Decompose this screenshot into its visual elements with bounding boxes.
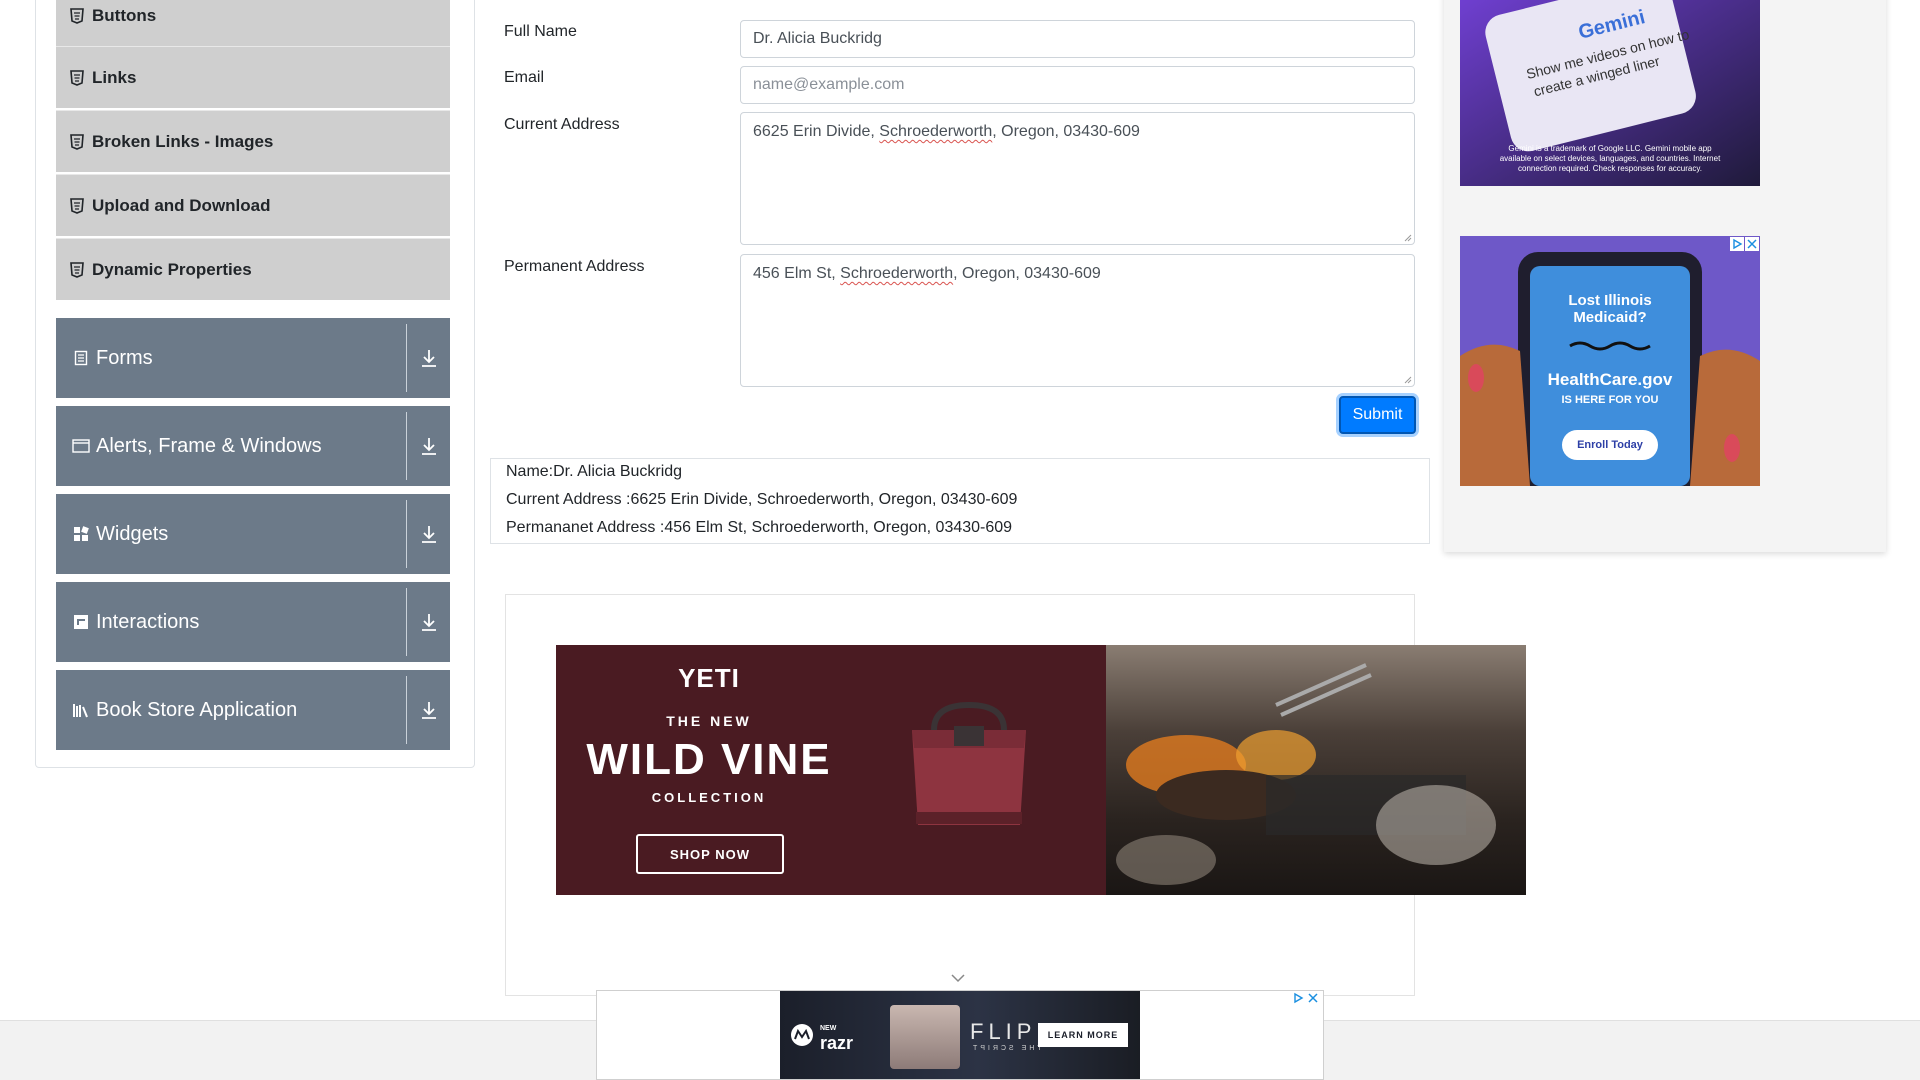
divider bbox=[406, 676, 407, 744]
sidebar-item-label: Dynamic Properties bbox=[92, 259, 252, 279]
permanent-address-text-end: , Oregon, 03430-609 bbox=[953, 265, 1101, 282]
bottom-ad[interactable]: NEW razr FLIP THE SCRIPT LEARN MORE bbox=[596, 990, 1324, 1080]
tote-bag-image bbox=[912, 701, 1026, 825]
sidebar-item-label: Links bbox=[92, 67, 137, 87]
razr-learn-more-button[interactable]: LEARN MORE bbox=[1038, 1023, 1128, 1047]
yeti-kicker: THE NEW bbox=[666, 713, 752, 729]
healthcare-subheadline: IS HERE FOR YOU bbox=[1561, 394, 1659, 406]
ad-choices-icon[interactable] bbox=[1730, 237, 1744, 251]
sidebar-group-forms[interactable]: Forms bbox=[56, 318, 450, 398]
current-address-text-end: , Oregon, 03430-609 bbox=[992, 123, 1140, 140]
permanent-address-city: Schroederworth bbox=[840, 265, 954, 282]
html5-icon bbox=[70, 197, 84, 214]
sidebar-item-label: Upload and Download bbox=[92, 195, 271, 215]
download-icon[interactable] bbox=[420, 612, 438, 632]
full-name-label: Full Name bbox=[504, 23, 577, 40]
ad-choices-icon[interactable] bbox=[1291, 991, 1305, 1005]
download-icon[interactable] bbox=[420, 700, 438, 720]
window-icon bbox=[72, 437, 90, 455]
output-current-address: Current Address :6625 Erin Divide, Schro… bbox=[506, 491, 1018, 508]
download-icon[interactable] bbox=[420, 524, 438, 544]
sidebar-group-interactions[interactable]: Interactions bbox=[56, 582, 450, 662]
healthcare-headline: Lost Illinois Medicaid? bbox=[1530, 292, 1690, 326]
healthcare-enroll-button[interactable]: Enroll Today bbox=[1562, 430, 1658, 460]
healthcare-headline-line2: Medicaid? bbox=[1573, 309, 1647, 326]
healthcare-ad[interactable]: Lost Illinois Medicaid? HealthCare.gov I… bbox=[1460, 236, 1760, 486]
email-input[interactable]: name@example.com bbox=[740, 66, 1415, 104]
sidebar-group-label: Book Store Application bbox=[96, 698, 298, 721]
permanent-address-label: Permanent Address bbox=[504, 258, 645, 275]
yeti-subheadline: COLLECTION bbox=[651, 790, 767, 805]
widgets-icon bbox=[72, 525, 90, 543]
healthcare-brand: HealthCare.gov bbox=[1547, 370, 1673, 389]
sidebar-item-dynamic-properties[interactable]: Dynamic Properties bbox=[56, 238, 450, 300]
resize-handle-icon[interactable] bbox=[1402, 374, 1412, 384]
yeti-shop-now-button[interactable]: SHOP NOW bbox=[636, 834, 784, 874]
email-placeholder: name@example.com bbox=[753, 76, 905, 93]
gemini-disclaimer-line1: Gemini is a trademark of Google LLC. Gem… bbox=[1508, 144, 1712, 153]
sidebar-group-label: Widgets bbox=[96, 522, 169, 545]
gemini-disclaimer-line3: connection required. Check responses for… bbox=[1518, 164, 1702, 173]
divider bbox=[406, 324, 407, 392]
html5-icon bbox=[70, 133, 84, 150]
sidebar-group-label: Forms bbox=[96, 346, 153, 369]
divider bbox=[406, 412, 407, 480]
yeti-logo: YETI bbox=[678, 663, 740, 693]
email-label: Email bbox=[504, 69, 545, 86]
healthcare-headline-line1: Lost Illinois bbox=[1568, 292, 1652, 309]
permanent-address-text: 456 Elm St, bbox=[753, 265, 841, 282]
permanent-address-textarea[interactable]: 456 Elm St, Schroederworth, Oregon, 0343… bbox=[740, 254, 1415, 387]
razr-headline: FLIP bbox=[970, 1019, 1037, 1044]
html5-icon bbox=[70, 69, 84, 86]
razr-badge: NEW bbox=[820, 1025, 837, 1032]
resize-handle-icon[interactable] bbox=[1402, 232, 1412, 242]
book-icon bbox=[72, 701, 90, 719]
sidebar-item-label: Broken Links - Images bbox=[92, 131, 274, 151]
gemini-disclaimer-line2: available on select devices, languages, … bbox=[1499, 154, 1721, 163]
html5-icon bbox=[70, 7, 84, 24]
chevron-down-icon[interactable] bbox=[950, 972, 966, 984]
sidebar-group-label: Interactions bbox=[96, 610, 200, 633]
sidebar-group-label: Alerts, Frame & Windows bbox=[96, 434, 322, 457]
razr-brand: razr bbox=[820, 1033, 854, 1053]
full-name-value: Dr. Alicia Buckridg bbox=[753, 30, 882, 47]
output-permanent-address: Permananet Address :456 Elm St, Schroede… bbox=[506, 519, 1013, 536]
interactions-icon bbox=[72, 613, 90, 631]
sidebar-item-broken-links[interactable]: Broken Links - Images bbox=[56, 110, 450, 172]
close-icon[interactable] bbox=[1745, 237, 1759, 251]
sidebar-group-widgets[interactable]: Widgets bbox=[56, 494, 450, 574]
current-address-textarea[interactable]: 6625 Erin Divide, Schroederworth, Oregon… bbox=[740, 112, 1415, 245]
download-icon[interactable] bbox=[420, 348, 438, 368]
sidebar-item-upload-download[interactable]: Upload and Download bbox=[56, 174, 450, 236]
campfire-photo bbox=[1106, 645, 1526, 895]
submit-button[interactable]: Submit bbox=[1339, 396, 1416, 434]
divider bbox=[406, 500, 407, 568]
gemini-disclaimer: Gemini is a trademark of Google LLC. Gem… bbox=[1460, 144, 1760, 174]
close-icon[interactable] bbox=[1306, 991, 1320, 1005]
motorola-logo-icon bbox=[791, 1024, 813, 1046]
sidebar-group-alerts[interactable]: Alerts, Frame & Windows bbox=[56, 406, 450, 486]
yeti-ad-panel: YETI THE NEW WILD VINE COLLECTION SHOP N… bbox=[556, 645, 1106, 895]
razr-mirror-text: THE SCRIPT bbox=[970, 1045, 1042, 1052]
razr-ad-banner[interactable]: NEW razr FLIP THE SCRIPT LEARN MORE bbox=[780, 991, 1140, 1079]
divider bbox=[406, 588, 407, 656]
yeti-headline: WILD VINE bbox=[586, 735, 832, 784]
gemini-ad[interactable]: Gemini Show me videos on how to create a… bbox=[1460, 0, 1760, 186]
sidebar-item-buttons[interactable]: Buttons bbox=[56, 0, 450, 46]
html5-icon bbox=[70, 261, 84, 278]
current-address-text: 6625 Erin Divide, bbox=[753, 123, 880, 140]
full-name-input[interactable]: Dr. Alicia Buckridg bbox=[740, 20, 1415, 58]
sidebar-group-book-store[interactable]: Book Store Application bbox=[56, 670, 450, 750]
output-panel: Name:Dr. Alicia Buckridg Current Address… bbox=[490, 458, 1430, 544]
form-icon bbox=[72, 349, 90, 367]
download-icon[interactable] bbox=[420, 436, 438, 456]
current-address-label: Current Address bbox=[504, 116, 620, 133]
yeti-ad-banner[interactable]: YETI THE NEW WILD VINE COLLECTION SHOP N… bbox=[556, 645, 1526, 895]
razr-phone-photo bbox=[890, 1005, 960, 1069]
sidebar-item-links[interactable]: Links bbox=[56, 46, 450, 108]
output-name: Name:Dr. Alicia Buckridg bbox=[506, 463, 683, 480]
sidebar-item-label: Buttons bbox=[92, 5, 157, 25]
current-address-city: Schroederworth bbox=[879, 123, 993, 140]
campfire-image bbox=[1116, 663, 1496, 885]
